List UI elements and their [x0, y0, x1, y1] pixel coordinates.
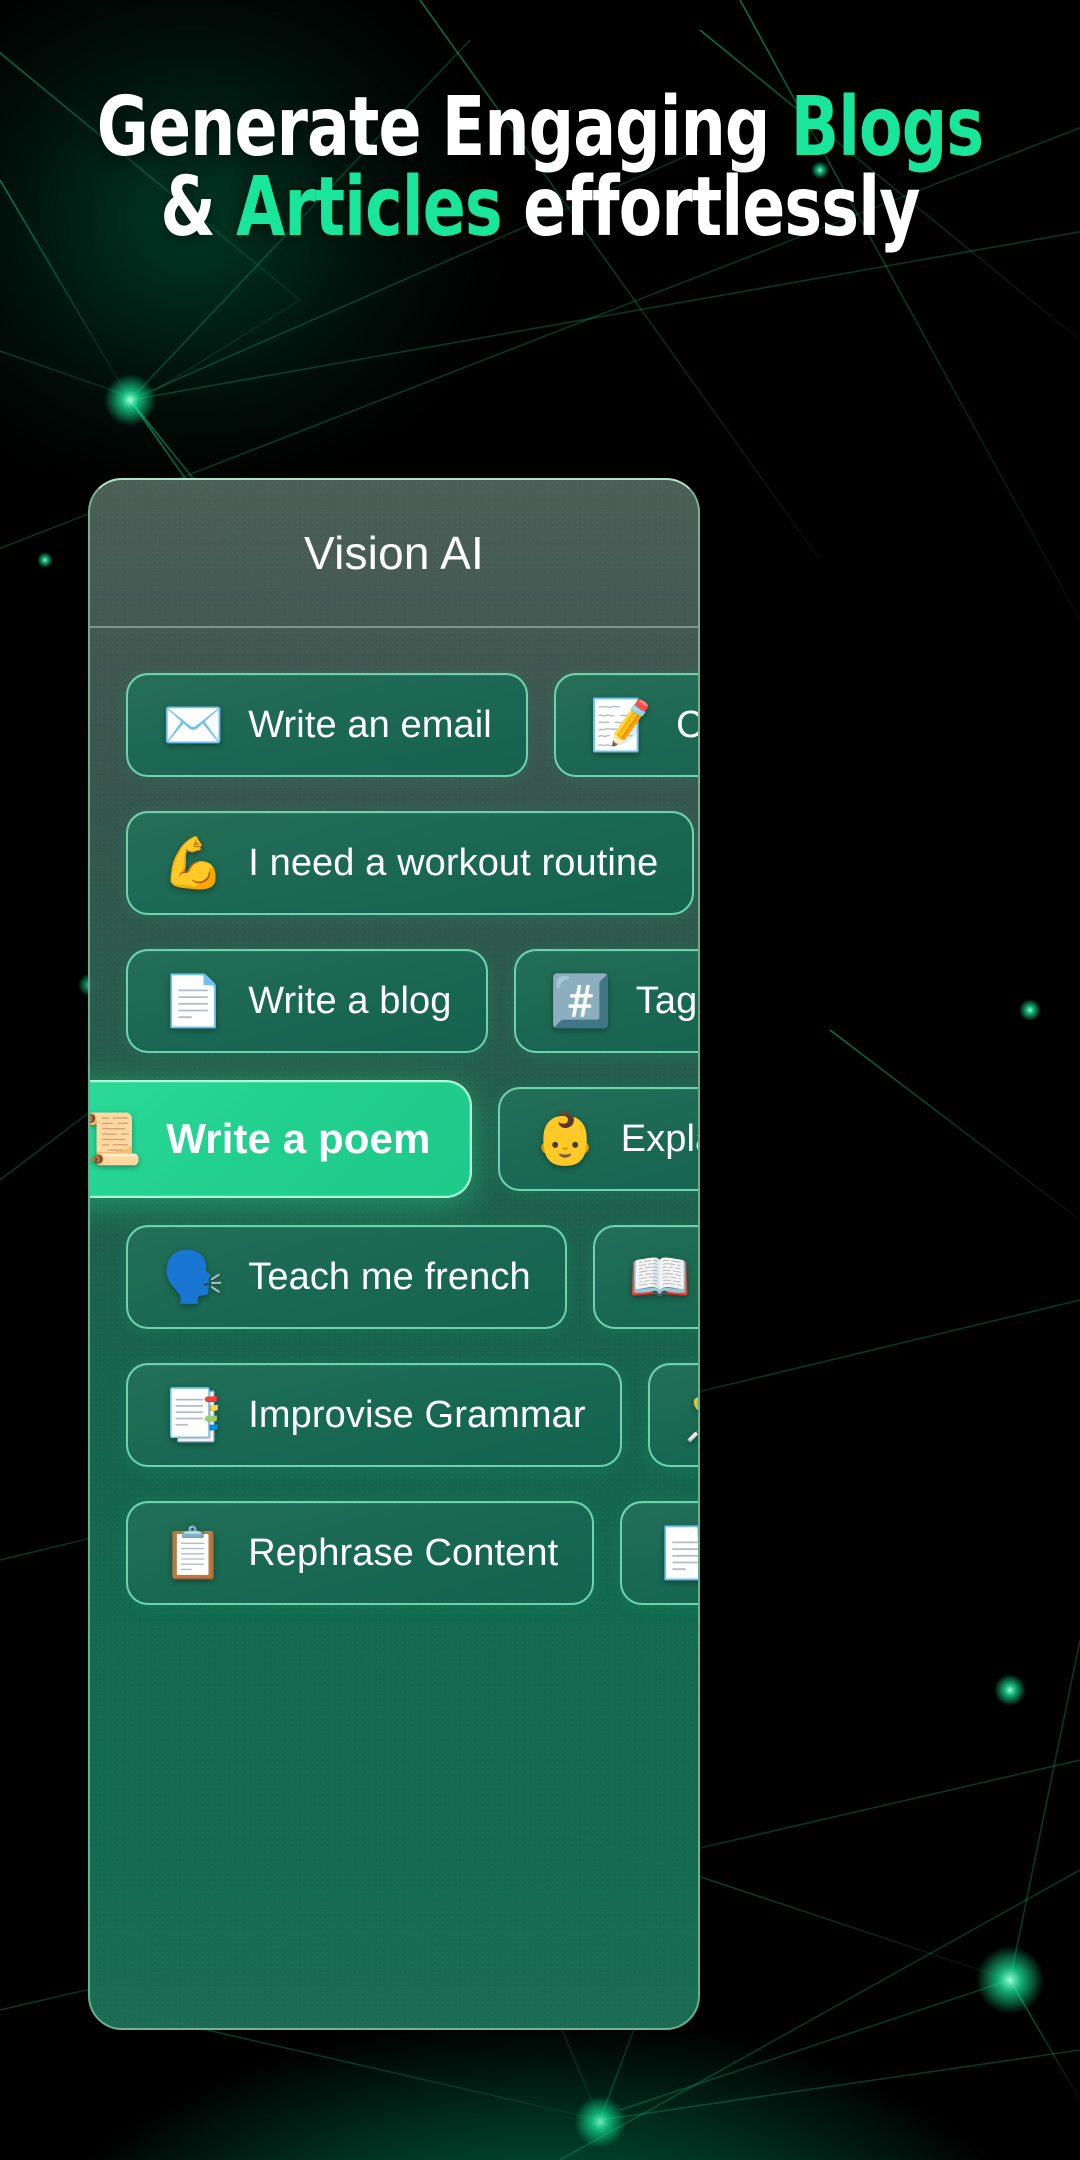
prompt-chip[interactable]: 👶 Explain like I'm 5 [498, 1087, 698, 1191]
prompt-chip-label: Rephrase Content [248, 1531, 559, 1574]
open-book-icon: 📖 [628, 1248, 691, 1306]
headline-line-2: & Articles effortlessly [76, 166, 1005, 248]
prompt-chip[interactable]: 🪄Magic [647, 1363, 698, 1467]
headline: Generate Engaging Blogs & Articles effor… [0, 87, 1080, 249]
prompt-chip-label: Write a blog [248, 979, 452, 1022]
memo-icon: 📝 [589, 696, 653, 754]
prompt-chip[interactable]: 📑 Improvise Grammar [126, 1363, 622, 1467]
bookmark-tabs-icon: 📑 [162, 1386, 225, 1444]
prompt-chip-row: 🗣️ Teach me french 📖Meaning [90, 1208, 698, 1346]
prompt-chip[interactable]: #️⃣ Tagline [513, 949, 698, 1053]
prompt-chip[interactable]: 📄 Write a blog [126, 949, 488, 1053]
headline-line-2-suffix: effortlessly [501, 159, 920, 255]
prompt-chip-label: I need a workout routine [248, 841, 659, 884]
headline-accent-articles: Articles [236, 159, 503, 255]
scroll-icon: 📜 [90, 1114, 142, 1164]
baby-icon: 👶 [534, 1110, 597, 1168]
prompt-chip-row: ✉️ Write an email 📝 Copywriting [90, 656, 698, 794]
prompt-chip[interactable]: 📄Write [620, 1501, 698, 1605]
page-facing-up-icon: 📄 [656, 1528, 698, 1578]
prompt-chip-list: ✉️ Write an email 📝 Copywriting 💪 I need a wo… [90, 626, 698, 1622]
prompt-chip-label: Improvise Grammar [248, 1393, 586, 1436]
magic-wand-icon: 🪄 [684, 1390, 698, 1440]
prompt-chip[interactable]: 💪 I need a workout routine [126, 811, 695, 915]
envelope-icon: ✉️ [162, 696, 225, 754]
hash-icon: #️⃣ [549, 972, 612, 1030]
prompt-chip[interactable]: 📖Meaning [592, 1225, 698, 1329]
card-header: Vision AI [90, 480, 698, 626]
headline-line-2-prefix: & [160, 159, 237, 255]
prompt-chip[interactable]: 📋 Rephrase Content [126, 1501, 595, 1605]
prompt-chip-label: Explain like I'm 5 [620, 1117, 698, 1160]
prompt-chip-label: Copywriting [676, 704, 698, 747]
prompt-chip[interactable]: 📝 Copywriting [553, 673, 698, 777]
headline-line-1: Generate Engaging Blogs [76, 87, 1005, 169]
prompt-chip[interactable]: ✉️ Write an email [126, 673, 528, 777]
prompt-chip-row: 📑 Improvise Grammar 🪄Magic [90, 1346, 698, 1484]
app-preview-card: Vision AI ✉️ Write an email 📝 Copywriting 💪 I… [88, 478, 700, 2030]
prompt-chip[interactable]: 🗣️ Teach me french [126, 1225, 567, 1329]
prompt-chip-row: 📄 Write a blog #️⃣ Tagline [90, 932, 698, 1070]
prompt-chip-row: 💪I need a workout routine💪Fitness [90, 794, 698, 932]
prompt-chip-label: Write an email [248, 703, 492, 746]
prompt-chip-row: 📋 Rephrase Content 📄Write [90, 1484, 698, 1622]
prompt-chip-label: Teach me french [248, 1255, 531, 1298]
prompt-chip-row: 📜 Write a poem 👶 Explain like I'm 5 [90, 1070, 698, 1208]
speaking-head-icon: 🗣️ [162, 1248, 225, 1306]
prompt-chip-selected[interactable]: 📜 Write a poem [90, 1080, 473, 1198]
clipboard-icon: 📋 [162, 1524, 225, 1582]
app-title: Vision AI [304, 527, 484, 579]
prompt-chip-label: Write a poem [166, 1115, 431, 1162]
flexed-biceps-icon: 💪 [162, 834, 225, 892]
page-facing-up-icon: 📄 [162, 972, 225, 1030]
prompt-chip-label: Tagline [635, 979, 698, 1022]
